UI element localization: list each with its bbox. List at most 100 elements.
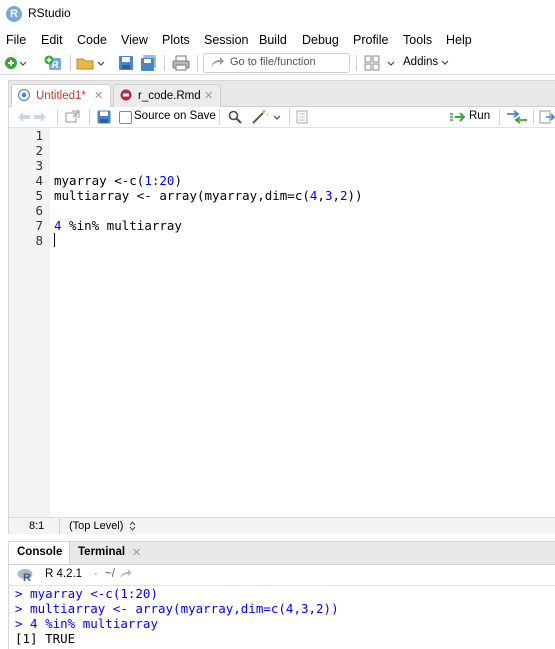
editor-status-bar: 8:1 (Top Level)	[9, 517, 555, 534]
menu-profile[interactable]: Profile	[353, 30, 388, 50]
r-version: R 4.2.1	[45, 568, 83, 580]
code-token: myarray <-c(	[54, 173, 145, 188]
tab-label: Console	[17, 546, 63, 558]
tab-console[interactable]: Console	[9, 542, 70, 564]
r-script-icon	[18, 89, 30, 101]
tab-label: Untitled1*	[36, 90, 86, 102]
menu-session[interactable]: Session	[204, 30, 248, 50]
print-icon[interactable]	[172, 55, 190, 71]
menu-help[interactable]: Help	[446, 30, 472, 50]
close-icon[interactable]: ✕	[94, 89, 103, 102]
toolbar-separator	[164, 55, 165, 71]
tab-untitled1[interactable]: Untitled1* ✕	[11, 84, 111, 107]
rmarkdown-file-icon	[120, 89, 132, 101]
menu-bar: File Edit Code View Plots Session Build …	[0, 30, 555, 50]
tab-r-code-rmd[interactable]: r_code.Rmd ✕	[113, 84, 221, 107]
search-icon[interactable]	[228, 110, 242, 124]
main-toolbar: R Go to file/function Addins	[0, 52, 555, 75]
save-icon[interactable]	[118, 55, 134, 71]
toolbar-separator	[57, 109, 58, 125]
open-file-icon[interactable]	[76, 55, 106, 71]
menu-edit[interactable]: Edit	[41, 30, 63, 50]
svg-text:R: R	[23, 572, 31, 582]
toolbar-separator	[356, 55, 357, 71]
menu-file[interactable]: File	[6, 30, 26, 50]
addins-menu[interactable]: Addins	[403, 56, 438, 68]
menu-view[interactable]: View	[121, 30, 148, 50]
show-in-window-icon[interactable]	[65, 110, 81, 124]
code-token: ,	[332, 188, 340, 203]
run-arrow-icon	[450, 112, 466, 122]
save-all-icon[interactable]	[140, 55, 158, 71]
code-token: %in% multiarray	[61, 218, 182, 233]
cursor-position: 8:1	[29, 520, 45, 532]
code-editor[interactable]: myarray <-c(1:20) multiarray <- array(my…	[9, 128, 555, 517]
code-token: ,	[317, 188, 325, 203]
code-number-token: 20	[159, 173, 175, 188]
run-label: Run	[469, 110, 491, 122]
code-number-token: 1	[144, 173, 152, 188]
editor-tab-strip: Untitled1* ✕ r_code.Rmd ✕	[9, 81, 555, 107]
toolbar-separator	[70, 55, 71, 71]
save-icon[interactable]	[97, 110, 111, 124]
arrow-right-icon	[211, 57, 224, 67]
editor-toolbar: Source on Save Run	[9, 107, 555, 128]
go-to-file-placeholder: Go to file/function	[230, 56, 316, 68]
source-on-save-label: Source on Save	[134, 110, 216, 122]
r-logo-icon: R	[17, 569, 33, 582]
code-line: multiarray <- array(myarray,dim=c(4,3,2)…	[54, 188, 363, 203]
toolbar-separator	[197, 55, 198, 71]
document-outline-icon[interactable]	[296, 110, 308, 124]
text-cursor	[54, 233, 55, 247]
code-token: )	[174, 173, 182, 188]
tab-terminal[interactable]: Terminal ✕	[70, 542, 146, 564]
chevron-down-icon[interactable]	[441, 60, 449, 66]
console-output[interactable]: > myarray <-c(1:20) > multiarray <- arra…	[9, 586, 555, 649]
new-file-icon[interactable]	[4, 55, 28, 71]
menu-tools[interactable]: Tools	[403, 30, 432, 50]
code-token: multiarray <- array(myarray,dim=c(	[54, 188, 310, 203]
console-line: > myarray <-c(1:20)	[15, 586, 158, 601]
menu-debug[interactable]: Debug	[302, 30, 339, 50]
navigate-back-forward-icon[interactable]	[17, 111, 47, 123]
console-info-bar: R R 4.2.1 · ~/	[9, 565, 555, 586]
source-icon[interactable]	[539, 110, 555, 124]
code-line: myarray <-c(1:20)	[54, 173, 182, 188]
tab-label: r_code.Rmd	[138, 90, 201, 102]
magic-wand-icon[interactable]	[251, 109, 281, 125]
toolbar-separator	[289, 109, 290, 125]
console-pane: Console Terminal ✕ R R 4.2.1 · ~/ > myar…	[8, 541, 555, 649]
menu-plots[interactable]: Plots	[162, 30, 190, 50]
rerun-icon[interactable]	[506, 110, 528, 124]
run-button[interactable]: Run	[447, 108, 493, 125]
menu-build[interactable]: Build	[259, 30, 287, 50]
updown-chevron-icon[interactable]	[129, 521, 136, 531]
code-line: 4 %in% multiarray	[54, 218, 182, 233]
separator-dot: ·	[94, 568, 98, 580]
console-line: > multiarray <- array(myarray,dim=c(4,3,…	[15, 601, 339, 616]
code-number-token: 4	[54, 218, 62, 233]
toolbar-separator	[219, 109, 220, 125]
tab-label: Terminal	[78, 546, 126, 558]
new-project-icon[interactable]: R	[44, 55, 64, 71]
go-to-directory-icon[interactable]	[119, 569, 132, 580]
toolbar-separator	[499, 109, 500, 125]
window-title: RStudio	[28, 6, 71, 20]
editor-pane: Untitled1* ✕ r_code.Rmd ✕ Source on Save	[8, 80, 555, 534]
code-token: ))	[347, 188, 363, 203]
console-tab-strip: Console Terminal ✕	[9, 542, 555, 565]
code-number-token: 2	[340, 188, 348, 203]
go-to-file-input[interactable]: Go to file/function	[203, 53, 350, 73]
close-icon[interactable]: ✕	[204, 89, 213, 102]
working-directory[interactable]: ~/	[105, 568, 115, 580]
rstudio-logo-icon: R	[6, 6, 22, 22]
toolbar-separator	[89, 109, 90, 125]
menu-code[interactable]: Code	[77, 30, 107, 50]
console-line: > 4 %in% multiarray	[15, 616, 158, 631]
console-line: [1] TRUE	[15, 631, 76, 646]
status-divider	[59, 518, 60, 534]
source-on-save-checkbox[interactable]	[119, 111, 132, 124]
close-icon[interactable]: ✕	[132, 546, 141, 559]
scope-selector[interactable]: (Top Level)	[69, 520, 123, 532]
workspace-panes-icon[interactable]	[364, 55, 396, 71]
